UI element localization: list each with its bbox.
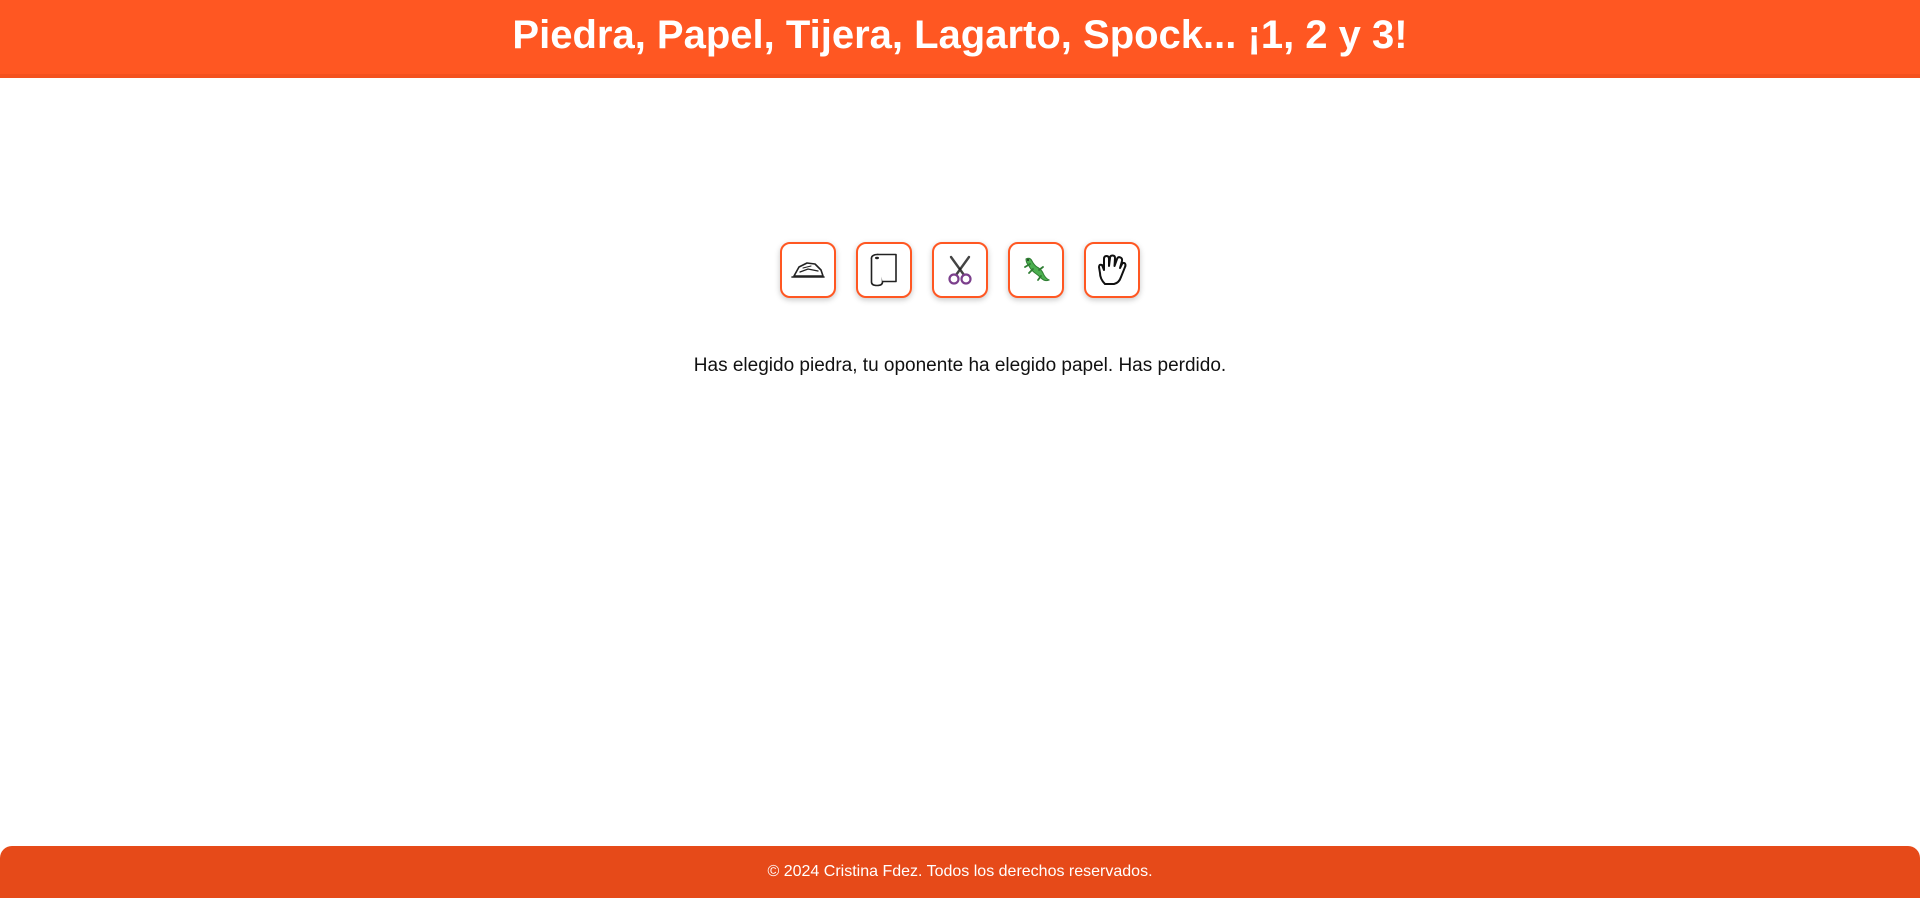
scissors-button[interactable] <box>932 242 988 298</box>
spock-button[interactable] <box>1084 242 1140 298</box>
rock-icon <box>791 259 825 281</box>
choice-buttons <box>780 242 1140 298</box>
lizard-button[interactable] <box>1008 242 1064 298</box>
rock-button[interactable] <box>780 242 836 298</box>
page-footer: © 2024 Cristina Fdez. Todos los derechos… <box>0 846 1920 898</box>
lizard-icon <box>1020 254 1052 286</box>
paper-button[interactable] <box>856 242 912 298</box>
result-message: Has elegido piedra, tu oponente ha elegi… <box>693 355 1227 376</box>
scissors-icon <box>944 254 976 286</box>
page-title: Piedra, Papel, Tijera, Lagarto, Spock...… <box>512 12 1408 57</box>
page-header: Piedra, Papel, Tijera, Lagarto, Spock...… <box>0 0 1920 78</box>
vulcan-hand-icon <box>1096 253 1128 287</box>
paper-roll-icon <box>869 252 899 288</box>
copyright-text: © 2024 Cristina Fdez. Todos los derechos… <box>767 863 1153 880</box>
